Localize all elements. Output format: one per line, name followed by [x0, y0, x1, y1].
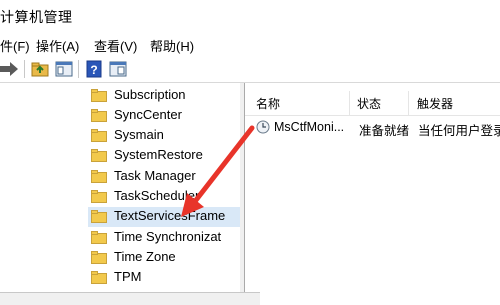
tree-item[interactable]: SyncCenter — [88, 106, 240, 126]
folder-icon — [91, 190, 107, 203]
tree-item-label: Subscription — [114, 87, 186, 102]
folder-icon — [91, 149, 107, 162]
up-folder-icon[interactable] — [30, 59, 50, 79]
tree-item[interactable]: SystemRestore — [88, 146, 240, 166]
folder-icon — [91, 210, 107, 223]
tree-item[interactable]: Task Manager — [88, 167, 240, 187]
tree-item-label: TPM — [114, 269, 142, 284]
toolbar-separator — [78, 60, 79, 78]
tree-item[interactable]: TextServicesFrame — [88, 207, 240, 227]
column-status[interactable]: 状态 — [357, 95, 381, 112]
toolbar-separator — [24, 60, 25, 78]
task-clock-icon — [256, 120, 270, 134]
folder-icon — [91, 170, 107, 183]
folder-icon — [91, 231, 107, 244]
help-icon[interactable]: ? — [84, 59, 104, 79]
folder-icon — [91, 129, 107, 142]
tree-item[interactable]: Subscription — [88, 86, 240, 106]
column-divider[interactable] — [349, 91, 350, 115]
table-row[interactable]: MsCtfMoni... 准备就绪 当任何用户登录 — [245, 116, 500, 138]
window-title: 计算机管理 — [0, 9, 73, 25]
tree-item-label: TextServicesFrame — [114, 208, 226, 223]
task-trigger: 当任何用户登录 — [418, 124, 500, 138]
list-header: 名称 状态 触发器 — [245, 91, 500, 116]
tree-item-label: Time Zone — [114, 249, 176, 264]
tree-item[interactable]: Time Synchronizat — [88, 228, 240, 248]
folder-icon — [91, 109, 107, 122]
tree-item-label: Task Manager — [114, 168, 196, 183]
properties-pane-icon[interactable] — [108, 59, 128, 79]
tree-item[interactable]: TPM — [88, 268, 240, 288]
svg-text:?: ? — [90, 63, 97, 77]
tree-item[interactable]: Sysmain — [88, 126, 240, 146]
show-hide-tree-icon[interactable] — [54, 59, 74, 79]
horizontal-scrollbar[interactable] — [0, 292, 260, 305]
menu-help[interactable]: 帮助(H) — [150, 36, 194, 55]
title-bar: 计算机管理 — [0, 0, 500, 31]
tree-item-label: Time Synchronizat — [114, 229, 222, 244]
tree-item-label: Sysmain — [114, 127, 164, 142]
menu-bar: 件(F) 操作(A) 查看(V) 帮助(H) — [0, 31, 500, 56]
task-name: MsCtfMoni... — [274, 120, 345, 134]
menu-action[interactable]: 操作(A) — [36, 36, 79, 55]
folder-icon — [91, 271, 107, 284]
forward-arrow-icon[interactable] — [0, 59, 20, 79]
task-status: 准备就绪 — [359, 124, 410, 138]
menu-file[interactable]: 件(F) — [0, 36, 30, 55]
folder-icon — [91, 251, 107, 264]
task-list-pane: 名称 状态 触发器 MsCtfMoni... 准备就绪 当任何用户登录 — [244, 83, 500, 304]
tree-item-label: TaskScheduler — [114, 188, 200, 203]
column-trigger[interactable]: 触发器 — [417, 95, 453, 112]
column-divider[interactable] — [408, 91, 409, 115]
tree-item[interactable]: Time Zone — [88, 248, 240, 268]
toolbar: ? — [0, 56, 500, 83]
column-name[interactable]: 名称 — [256, 95, 280, 112]
tree-item-label: SyncCenter — [114, 107, 182, 122]
menu-view[interactable]: 查看(V) — [94, 36, 137, 55]
console-tree[interactable]: Subscription SyncCenter Sysmain SystemResto… — [0, 83, 240, 292]
tree-item-label: SystemRestore — [114, 147, 203, 162]
folder-icon — [91, 89, 107, 102]
tree-item[interactable]: TaskScheduler — [88, 187, 240, 207]
